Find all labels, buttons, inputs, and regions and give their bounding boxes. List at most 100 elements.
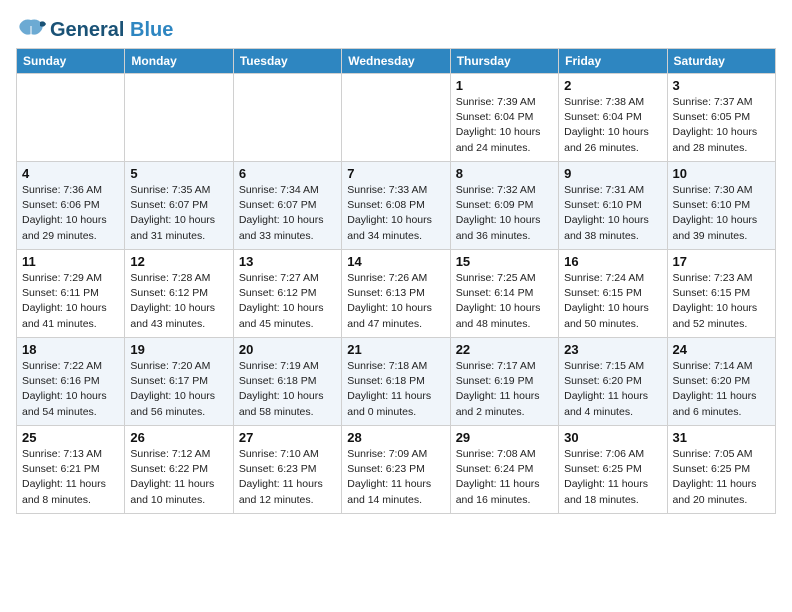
header: General Blue [16,16,776,44]
calendar-cell: 9Sunrise: 7:31 AM Sunset: 6:10 PM Daylig… [559,162,667,250]
day-number: 27 [239,430,336,445]
calendar-cell: 12 Sunrise: 7:28 AM Sunset: 6:12 PM Dayli… [125,250,233,338]
day-info: Sunrise: 7:15 AM Sunset: 6:20 PM Dayligh… [564,359,661,420]
day-number: 9 [564,166,661,181]
day-number: 10 [673,166,770,181]
calendar-cell: 17 Sunrise: 7:23 AM Sunset: 6:15 PM Dayli… [667,250,775,338]
calendar-cell: 18 Sunrise: 7:22 AM Sunset: 6:16 PM Dayli… [17,338,125,426]
day-info: Sunrise: 7:36 AM Sunset: 6:06 PM Dayligh… [22,183,119,244]
day-info: Sunrise: 7:22 AM Sunset: 6:16 PM Dayligh… [22,359,119,420]
day-info: Sunrise: 7:10 AM Sunset: 6:23 PM Dayligh… [239,447,336,508]
day-info: Sunrise: 7:27 AM Sunset: 6:12 PM Dayligh… [239,271,336,332]
day-number: 13 [239,254,336,269]
day-info: Sunrise: 7:12 AM Sunset: 6:22 PM Dayligh… [130,447,227,508]
weekday-header-row: SundayMondayTuesdayWednesdayThursdayFrid… [17,49,776,74]
day-number: 3 [673,78,770,93]
calendar-cell: 13 Sunrise: 7:27 AM Sunset: 6:12 PM Dayli… [233,250,341,338]
weekday-header-saturday: Saturday [667,49,775,74]
week-row-3: 11Sunrise: 7:29 AM Sunset: 6:11 PM Dayli… [17,250,776,338]
calendar-cell: 16 Sunrise: 7:24 AM Sunset: 6:15 PM Dayli… [559,250,667,338]
weekday-header-tuesday: Tuesday [233,49,341,74]
calendar-cell [342,74,450,162]
day-number: 8 [456,166,553,181]
day-info: Sunrise: 7:34 AM Sunset: 6:07 PM Dayligh… [239,183,336,244]
day-number: 21 [347,342,444,357]
day-info: Sunrise: 7:20 AM Sunset: 6:17 PM Dayligh… [130,359,227,420]
day-info: Sunrise: 7:18 AM Sunset: 6:18 PM Dayligh… [347,359,444,420]
day-info: Sunrise: 7:28 AM Sunset: 6:12 PM Dayligh… [130,271,227,332]
calendar-cell: 20Sunrise: 7:19 AM Sunset: 6:18 PM Dayli… [233,338,341,426]
day-number: 20 [239,342,336,357]
day-info: Sunrise: 7:06 AM Sunset: 6:25 PM Dayligh… [564,447,661,508]
weekday-header-friday: Friday [559,49,667,74]
weekday-header-monday: Monday [125,49,233,74]
calendar-cell: 2 Sunrise: 7:38 AM Sunset: 6:04 PM Daylig… [559,74,667,162]
day-number: 29 [456,430,553,445]
weekday-header-wednesday: Wednesday [342,49,450,74]
day-info: Sunrise: 7:13 AM Sunset: 6:21 PM Dayligh… [22,447,119,508]
calendar-cell [17,74,125,162]
day-info: Sunrise: 7:35 AM Sunset: 6:07 PM Dayligh… [130,183,227,244]
week-row-1: 1 Sunrise: 7:39 AM Sunset: 6:04 PM Daylig… [17,74,776,162]
calendar-cell: 29 Sunrise: 7:08 AM Sunset: 6:24 PM Dayli… [450,426,558,514]
day-number: 30 [564,430,661,445]
week-row-5: 25 Sunrise: 7:13 AM Sunset: 6:21 PM Dayli… [17,426,776,514]
calendar-cell: 4 Sunrise: 7:36 AM Sunset: 6:06 PM Daylig… [17,162,125,250]
day-number: 23 [564,342,661,357]
calendar: SundayMondayTuesdayWednesdayThursdayFrid… [16,48,776,514]
day-number: 24 [673,342,770,357]
day-number: 17 [673,254,770,269]
calendar-cell: 10 Sunrise: 7:30 AM Sunset: 6:10 PM Dayli… [667,162,775,250]
day-number: 19 [130,342,227,357]
calendar-cell: 23 Sunrise: 7:15 AM Sunset: 6:20 PM Dayli… [559,338,667,426]
day-number: 4 [22,166,119,181]
calendar-cell: 8 Sunrise: 7:32 AM Sunset: 6:09 PM Daylig… [450,162,558,250]
day-number: 28 [347,430,444,445]
day-info: Sunrise: 7:25 AM Sunset: 6:14 PM Dayligh… [456,271,553,332]
day-number: 12 [130,254,227,269]
calendar-cell: 14 Sunrise: 7:26 AM Sunset: 6:13 PM Dayli… [342,250,450,338]
calendar-cell: 28 Sunrise: 7:09 AM Sunset: 6:23 PM Dayli… [342,426,450,514]
day-info: Sunrise: 7:23 AM Sunset: 6:15 PM Dayligh… [673,271,770,332]
day-info: Sunrise: 7:14 AM Sunset: 6:20 PM Dayligh… [673,359,770,420]
calendar-cell [125,74,233,162]
day-number: 11 [22,254,119,269]
calendar-cell: 3Sunrise: 7:37 AM Sunset: 6:05 PM Daylig… [667,74,775,162]
day-info: Sunrise: 7:05 AM Sunset: 6:25 PM Dayligh… [673,447,770,508]
day-number: 16 [564,254,661,269]
day-number: 14 [347,254,444,269]
day-number: 31 [673,430,770,445]
day-info: Sunrise: 7:26 AM Sunset: 6:13 PM Dayligh… [347,271,444,332]
day-number: 5 [130,166,227,181]
day-number: 6 [239,166,336,181]
day-number: 2 [564,78,661,93]
day-info: Sunrise: 7:08 AM Sunset: 6:24 PM Dayligh… [456,447,553,508]
calendar-cell: 24 Sunrise: 7:14 AM Sunset: 6:20 PM Dayli… [667,338,775,426]
day-number: 1 [456,78,553,93]
calendar-cell: 11Sunrise: 7:29 AM Sunset: 6:11 PM Dayli… [17,250,125,338]
day-number: 22 [456,342,553,357]
day-info: Sunrise: 7:17 AM Sunset: 6:19 PM Dayligh… [456,359,553,420]
calendar-cell: 19 Sunrise: 7:20 AM Sunset: 6:17 PM Dayli… [125,338,233,426]
day-number: 25 [22,430,119,445]
day-info: Sunrise: 7:38 AM Sunset: 6:04 PM Dayligh… [564,95,661,156]
calendar-cell: 21 Sunrise: 7:18 AM Sunset: 6:18 PM Dayli… [342,338,450,426]
calendar-cell: 15 Sunrise: 7:25 AM Sunset: 6:14 PM Dayli… [450,250,558,338]
logo-icon [16,16,46,44]
calendar-cell: 22 Sunrise: 7:17 AM Sunset: 6:19 PM Dayli… [450,338,558,426]
calendar-cell: 30 Sunrise: 7:06 AM Sunset: 6:25 PM Dayli… [559,426,667,514]
weekday-header-thursday: Thursday [450,49,558,74]
day-number: 18 [22,342,119,357]
calendar-cell: 25 Sunrise: 7:13 AM Sunset: 6:21 PM Dayli… [17,426,125,514]
day-info: Sunrise: 7:32 AM Sunset: 6:09 PM Dayligh… [456,183,553,244]
day-info: Sunrise: 7:09 AM Sunset: 6:23 PM Dayligh… [347,447,444,508]
logo: General Blue [16,16,173,44]
day-info: Sunrise: 7:30 AM Sunset: 6:10 PM Dayligh… [673,183,770,244]
logo-text: General Blue [50,19,173,41]
day-number: 15 [456,254,553,269]
week-row-2: 4 Sunrise: 7:36 AM Sunset: 6:06 PM Daylig… [17,162,776,250]
day-info: Sunrise: 7:39 AM Sunset: 6:04 PM Dayligh… [456,95,553,156]
calendar-cell: 5 Sunrise: 7:35 AM Sunset: 6:07 PM Daylig… [125,162,233,250]
calendar-cell: 26Sunrise: 7:12 AM Sunset: 6:22 PM Dayli… [125,426,233,514]
day-info: Sunrise: 7:24 AM Sunset: 6:15 PM Dayligh… [564,271,661,332]
